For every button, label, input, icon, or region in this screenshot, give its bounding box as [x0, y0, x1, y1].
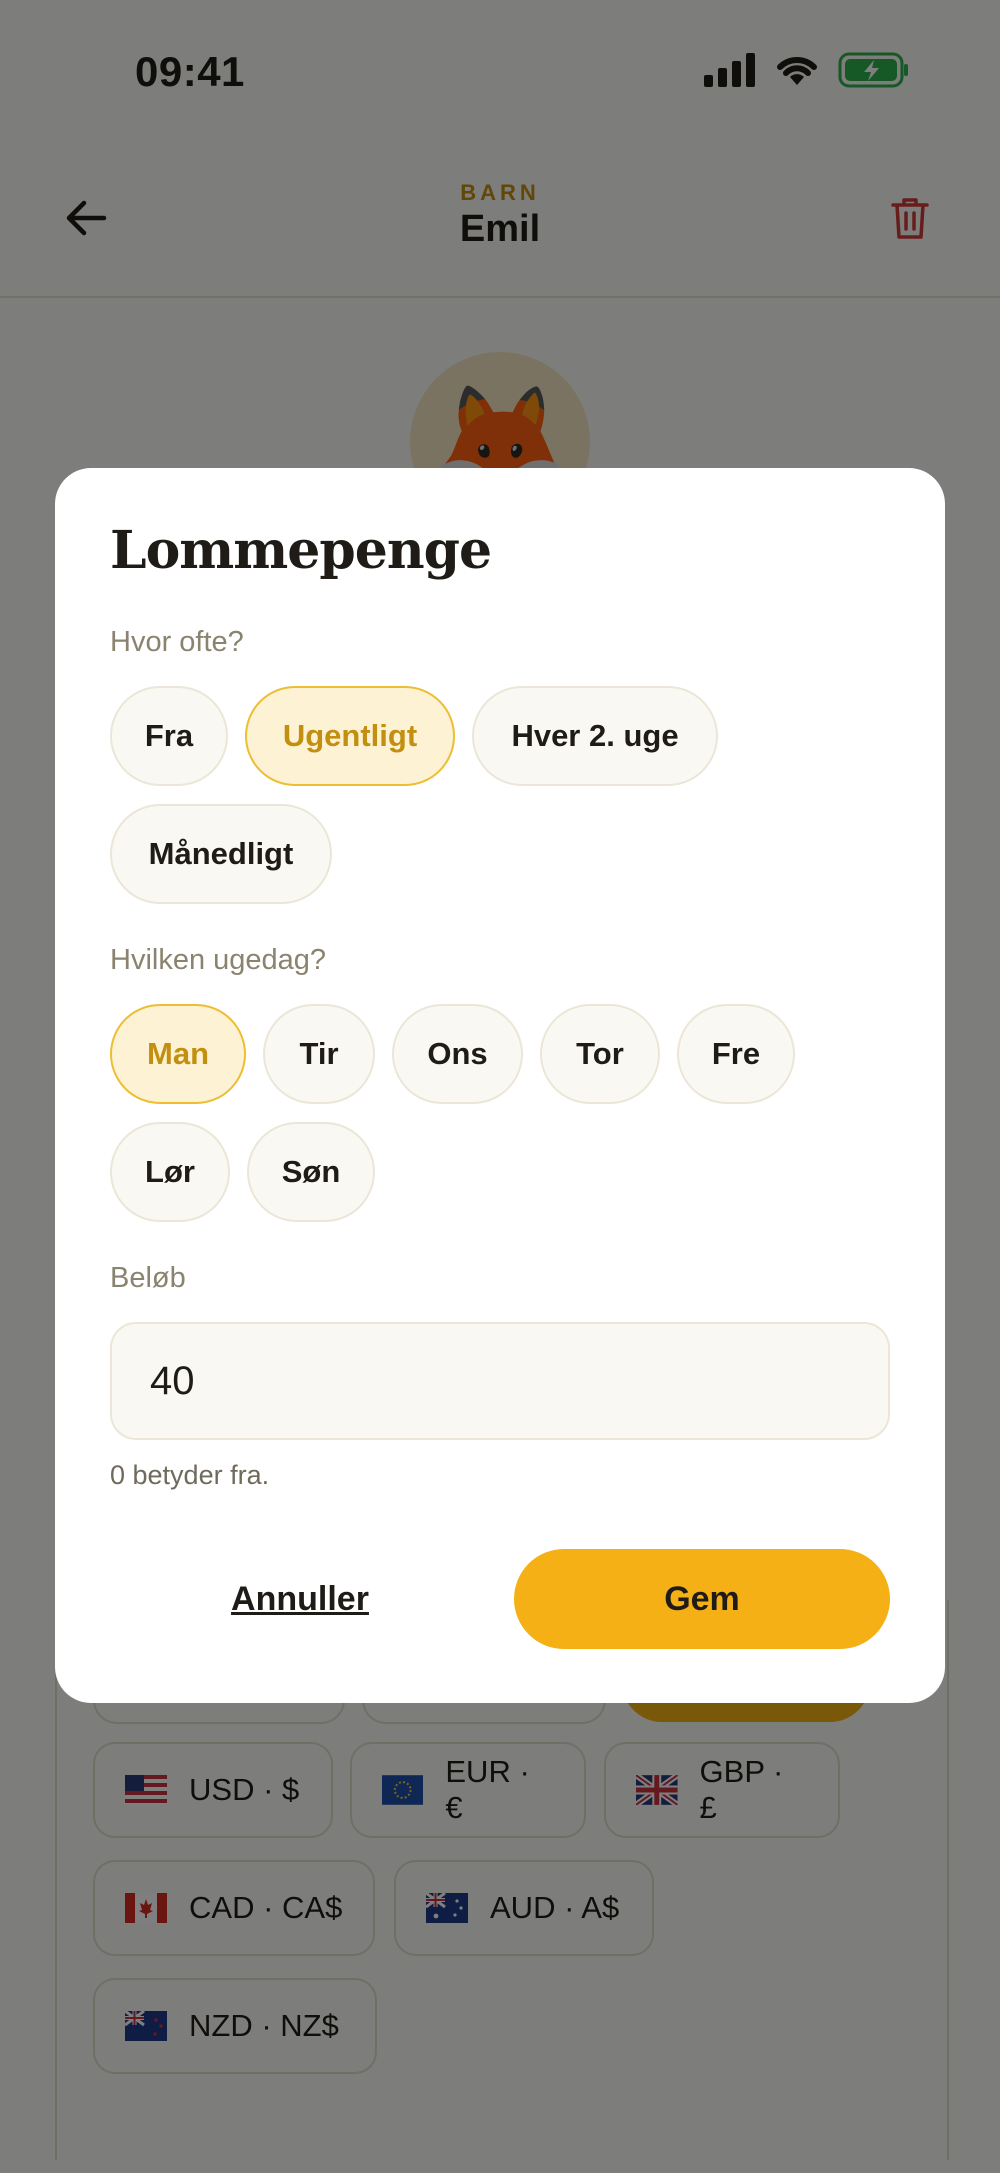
weekday-option-tir[interactable]: Tir — [263, 1004, 375, 1104]
weekday-option-man[interactable]: Man — [110, 1004, 246, 1104]
frequency-option-maanedligt[interactable]: Månedligt — [110, 804, 332, 904]
save-button[interactable]: Gem — [514, 1549, 890, 1649]
weekday-option-tor[interactable]: Tor — [540, 1004, 660, 1104]
frequency-label: Hvor ofte? — [110, 626, 244, 658]
weekday-option-ons[interactable]: Ons — [392, 1004, 523, 1104]
amount-hint: 0 betyder fra. — [110, 1460, 270, 1490]
frequency-option-ugentligt[interactable]: Ugentligt — [245, 686, 455, 786]
weekday-option-soen[interactable]: Søn — [247, 1122, 375, 1222]
amount-input[interactable]: 40 — [110, 1322, 890, 1440]
modal-title: Lommepenge — [110, 520, 492, 581]
frequency-option-hver-2-uge[interactable]: Hver 2. uge — [472, 686, 718, 786]
weekday-option-fre[interactable]: Fre — [677, 1004, 795, 1104]
frequency-option-fra[interactable]: Fra — [110, 686, 228, 786]
amount-label: Beløb — [110, 1262, 186, 1294]
weekday-label: Hvilken ugedag? — [110, 944, 327, 976]
cancel-button[interactable]: Annuller — [110, 1549, 490, 1649]
weekday-option-loer[interactable]: Lør — [110, 1122, 230, 1222]
allowance-modal: Lommepenge Hvor ofte? Fra Ugentligt Hver… — [55, 468, 945, 1703]
